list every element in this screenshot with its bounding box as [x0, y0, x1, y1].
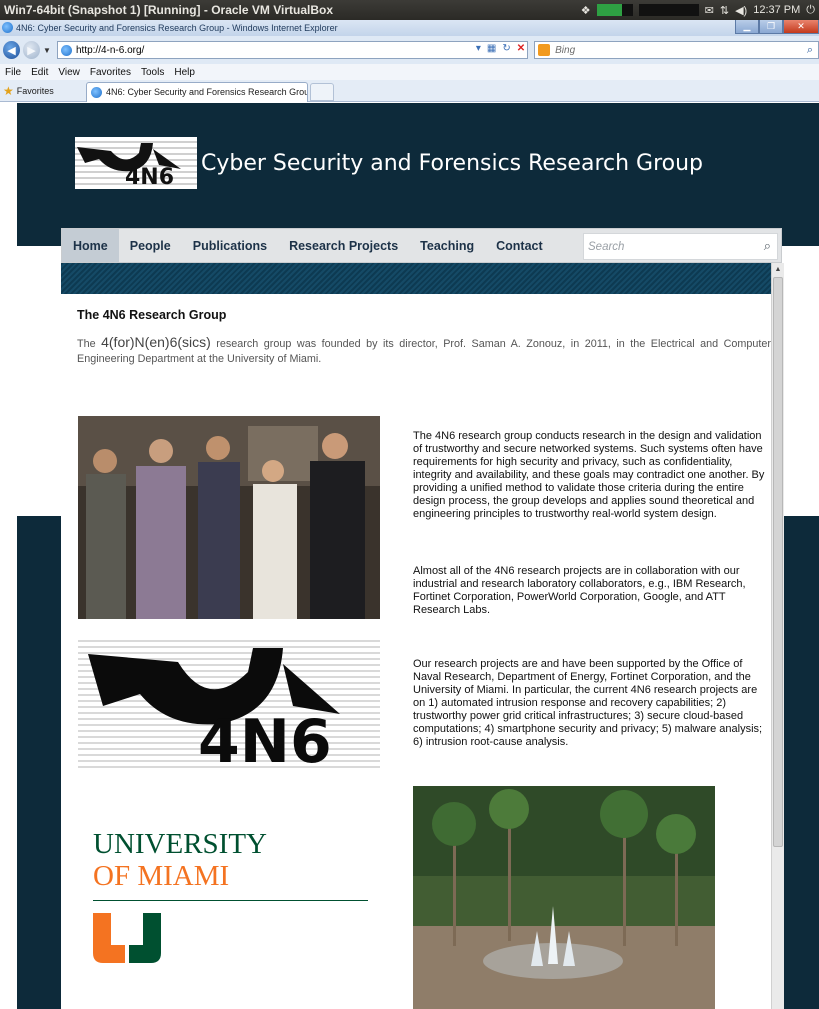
- dropdown-icon[interactable]: ▾: [476, 43, 481, 54]
- menu-tools[interactable]: Tools: [136, 67, 169, 78]
- menu-help[interactable]: Help: [169, 67, 200, 78]
- nav-contact[interactable]: Contact: [485, 229, 554, 262]
- page-icon: [60, 44, 72, 56]
- campus-photo-graphic: [413, 786, 715, 1009]
- tab-page-icon: [91, 86, 102, 98]
- nav-teaching[interactable]: Teaching: [409, 229, 485, 262]
- nav-home[interactable]: Home: [62, 229, 119, 262]
- search-icon[interactable]: ⌕: [807, 44, 813, 57]
- power-icon[interactable]: ⏻: [806, 4, 815, 17]
- menu-edit[interactable]: Edit: [26, 67, 53, 78]
- um-divider: [93, 900, 368, 901]
- history-dropdown-icon[interactable]: ▼: [43, 46, 51, 55]
- left-background: [17, 516, 61, 1009]
- forward-button[interactable]: ▶: [23, 41, 41, 59]
- page-scrollbar[interactable]: ▲: [771, 263, 784, 1009]
- um-line1: UNIVERSITY: [93, 828, 267, 860]
- um-u-logo-icon: [93, 913, 161, 963]
- tab-title: 4N6: Cyber Security and Forensics Resear…: [106, 87, 308, 97]
- scroll-thumb[interactable]: [773, 277, 783, 847]
- cpu-meter: [638, 4, 699, 16]
- site-logo[interactable]: 4N6: [75, 137, 197, 189]
- menu-favorites[interactable]: Favorites: [85, 67, 136, 78]
- menu-view[interactable]: View: [53, 67, 85, 78]
- network-icon[interactable]: ⇅: [720, 4, 729, 17]
- site-search-placeholder: Search: [588, 240, 625, 253]
- address-url[interactable]: http://4-n-6.org/: [76, 45, 144, 56]
- research-paragraph-2: Almost all of the 4N6 research projects …: [413, 565, 746, 616]
- favorites-label: Favorites: [16, 85, 54, 96]
- dropbox-icon[interactable]: ❖: [581, 4, 591, 17]
- um-line2: OF MIAMI: [93, 860, 230, 892]
- nav-research-projects[interactable]: Research Projects: [278, 229, 409, 262]
- research-paragraph-3: Our research projects are and have been …: [413, 658, 763, 748]
- ie-window-title: 4N6: Cyber Security and Forensics Resear…: [16, 23, 338, 33]
- search-icon[interactable]: ⌕: [764, 238, 771, 254]
- section-heading: The 4N6 Research Group: [77, 308, 227, 322]
- site-title: Cyber Security and Forensics Research Gr…: [201, 151, 704, 176]
- group-photo: [78, 416, 380, 619]
- window-controls: ▁ ❐ ✕: [735, 20, 819, 34]
- campus-photo: [413, 786, 715, 1009]
- intro-pre: The: [77, 338, 96, 350]
- web-page: 4N6 Cyber Security and Forensics Researc…: [0, 103, 819, 1009]
- new-tab-button[interactable]: [310, 82, 334, 101]
- main-nav: Home People Publications Research Projec…: [61, 228, 782, 263]
- logo-graphic: 4N6: [75, 137, 197, 189]
- maximize-button[interactable]: ❐: [759, 20, 783, 34]
- clock[interactable]: 12:37 PM: [753, 4, 800, 16]
- back-button[interactable]: ◀: [3, 41, 21, 59]
- research-paragraph-1: The 4N6 research group conducts research…: [413, 430, 765, 520]
- address-tools: ▾ ▦ ↻ ✕: [476, 43, 525, 54]
- menu-file[interactable]: File: [0, 67, 26, 78]
- compat-view-icon[interactable]: ▦: [487, 43, 496, 54]
- logo-large-text: 4N6: [198, 707, 332, 769]
- site-search-input[interactable]: Search ⌕: [583, 233, 778, 260]
- intro-big: 4(for)N(en)6(sics): [101, 334, 211, 350]
- ie-title-bar: 4N6: Cyber Security and Forensics Resear…: [0, 20, 819, 36]
- close-button[interactable]: ✕: [783, 20, 819, 34]
- mail-icon[interactable]: ✉: [705, 4, 714, 17]
- memory-meter: [596, 4, 633, 16]
- tab-active[interactable]: 4N6: Cyber Security and Forensics Resear…: [86, 81, 308, 102]
- logo-large-graphic: 4N6: [88, 648, 340, 769]
- volume-icon[interactable]: ◀): [735, 4, 747, 17]
- favorites-bar: ★ Favorites 4N6: Cyber Security and Fore…: [0, 80, 819, 102]
- stop-icon[interactable]: ✕: [517, 43, 525, 54]
- intro-paragraph: The 4(for)N(en)6(sics) research group wa…: [77, 335, 771, 367]
- bing-icon: [538, 44, 551, 56]
- minimize-button[interactable]: ▁: [735, 20, 759, 34]
- star-icon: ★: [3, 83, 14, 98]
- address-bar[interactable]: http://4-n-6.org/ ▾ ▦ ↻ ✕: [56, 41, 529, 59]
- decorative-band: [61, 263, 771, 294]
- 4n6-logo-large: 4N6: [78, 636, 380, 769]
- menu-bar: File Edit View Favorites Tools Help: [0, 64, 819, 80]
- scroll-up-arrow-icon[interactable]: ▲: [772, 263, 784, 275]
- search-engine-label: Bing: [555, 44, 576, 56]
- nav-people[interactable]: People: [119, 229, 182, 262]
- group-photo-graphic: [78, 416, 380, 619]
- refresh-icon[interactable]: ↻: [502, 43, 510, 54]
- vbox-title: Win7-64bit (Snapshot 1) [Running] - Orac…: [4, 3, 334, 17]
- vbox-title-bar: Win7-64bit (Snapshot 1) [Running] - Orac…: [0, 0, 819, 20]
- search-box[interactable]: Bing ⌕: [534, 41, 819, 59]
- logo-text: 4N6: [125, 165, 174, 189]
- system-tray: ❖ ✉ ⇅ ◀) 12:37 PM ⏻: [581, 0, 819, 20]
- ie-logo-icon: [2, 22, 13, 33]
- address-row: ◀ ▶ ▼ http://4-n-6.org/ ▾ ▦ ↻ ✕ Bing ⌕: [0, 36, 819, 64]
- nav-publications[interactable]: Publications: [182, 229, 278, 262]
- favorites-button[interactable]: ★ Favorites: [0, 84, 86, 98]
